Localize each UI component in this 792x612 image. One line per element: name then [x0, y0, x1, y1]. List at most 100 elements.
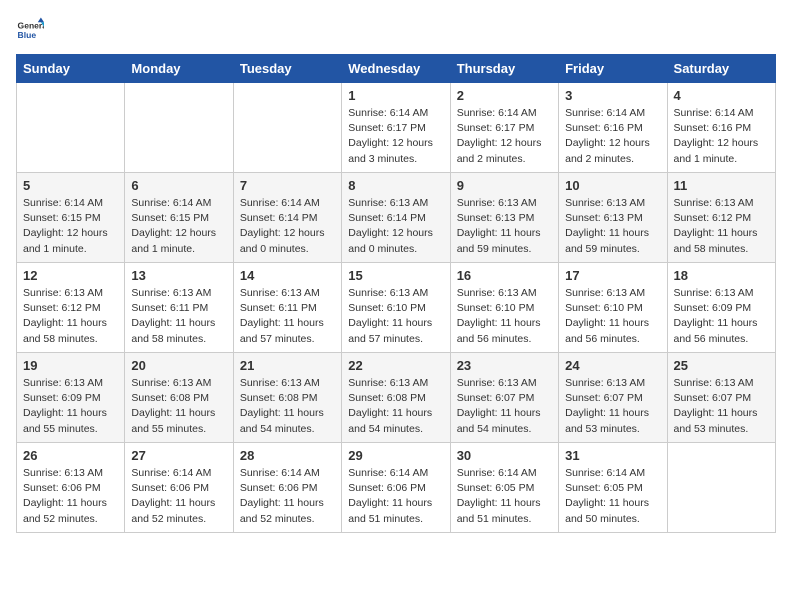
day-detail: Sunrise: 6:13 AM Sunset: 6:12 PM Dayligh… [23, 286, 118, 347]
day-number: 1 [348, 88, 443, 103]
day-detail: Sunrise: 6:14 AM Sunset: 6:06 PM Dayligh… [348, 466, 443, 527]
calendar-table: SundayMondayTuesdayWednesdayThursdayFrid… [16, 54, 776, 533]
calendar-cell: 1 Sunrise: 6:14 AM Sunset: 6:17 PM Daylig… [342, 83, 450, 173]
day-number: 9 [457, 178, 552, 193]
day-header-thursday: Thursday [450, 55, 558, 83]
calendar-cell: 25 Sunrise: 6:13 AM Sunset: 6:07 PM Dayli… [667, 353, 775, 443]
day-number: 27 [131, 448, 226, 463]
day-number: 12 [23, 268, 118, 283]
calendar-cell: 24Sunrise: 6:13 AM Sunset: 6:07 PM Dayli… [559, 353, 667, 443]
calendar-cell: 30Sunrise: 6:14 AM Sunset: 6:05 PM Dayli… [450, 443, 558, 533]
calendar-week-row: 5 Sunrise: 6:14 AM Sunset: 6:15 PM Daylig… [17, 173, 776, 263]
calendar-cell: 18 Sunrise: 6:13 AM Sunset: 6:09 PM Dayli… [667, 263, 775, 353]
day-number: 18 [674, 268, 769, 283]
calendar-cell [667, 443, 775, 533]
day-number: 17 [565, 268, 660, 283]
day-detail: Sunrise: 6:13 AM Sunset: 6:08 PM Dayligh… [131, 376, 226, 437]
day-detail: Sunrise: 6:13 AM Sunset: 6:11 PM Dayligh… [240, 286, 335, 347]
day-number: 3 [565, 88, 660, 103]
day-number: 21 [240, 358, 335, 373]
day-detail: Sunrise: 6:13 AM Sunset: 6:10 PM Dayligh… [565, 286, 660, 347]
day-number: 16 [457, 268, 552, 283]
day-number: 26 [23, 448, 118, 463]
calendar-cell: 15 Sunrise: 6:13 AM Sunset: 6:10 PM Dayli… [342, 263, 450, 353]
day-number: 19 [23, 358, 118, 373]
day-header-sunday: Sunday [17, 55, 125, 83]
calendar-week-row: 19 Sunrise: 6:13 AM Sunset: 6:09 PM Dayli… [17, 353, 776, 443]
logo-icon: General Blue [16, 16, 44, 44]
day-number: 23 [457, 358, 552, 373]
day-number: 31 [565, 448, 660, 463]
day-header-tuesday: Tuesday [233, 55, 341, 83]
day-number: 20 [131, 358, 226, 373]
day-detail: Sunrise: 6:14 AM Sunset: 6:16 PM Dayligh… [674, 106, 769, 167]
day-detail: Sunrise: 6:13 AM Sunset: 6:11 PM Dayligh… [131, 286, 226, 347]
calendar-week-row: 12 Sunrise: 6:13 AM Sunset: 6:12 PM Dayli… [17, 263, 776, 353]
day-number: 15 [348, 268, 443, 283]
day-detail: Sunrise: 6:13 AM Sunset: 6:09 PM Dayligh… [23, 376, 118, 437]
day-detail: Sunrise: 6:14 AM Sunset: 6:16 PM Dayligh… [565, 106, 660, 167]
day-number: 22 [348, 358, 443, 373]
day-detail: Sunrise: 6:14 AM Sunset: 6:15 PM Dayligh… [23, 196, 118, 257]
day-detail: Sunrise: 6:13 AM Sunset: 6:10 PM Dayligh… [348, 286, 443, 347]
calendar-cell: 2 Sunrise: 6:14 AM Sunset: 6:17 PM Daylig… [450, 83, 558, 173]
day-detail: Sunrise: 6:13 AM Sunset: 6:07 PM Dayligh… [457, 376, 552, 437]
calendar-cell: 17 Sunrise: 6:13 AM Sunset: 6:10 PM Dayli… [559, 263, 667, 353]
calendar-cell: 5 Sunrise: 6:14 AM Sunset: 6:15 PM Daylig… [17, 173, 125, 263]
day-detail: Sunrise: 6:13 AM Sunset: 6:13 PM Dayligh… [457, 196, 552, 257]
day-detail: Sunrise: 6:14 AM Sunset: 6:15 PM Dayligh… [131, 196, 226, 257]
day-header-saturday: Saturday [667, 55, 775, 83]
calendar-cell [125, 83, 233, 173]
calendar-cell: 27 Sunrise: 6:14 AM Sunset: 6:06 PM Dayli… [125, 443, 233, 533]
calendar-week-row: 26Sunrise: 6:13 AM Sunset: 6:06 PM Dayli… [17, 443, 776, 533]
day-header-wednesday: Wednesday [342, 55, 450, 83]
day-detail: Sunrise: 6:13 AM Sunset: 6:13 PM Dayligh… [565, 196, 660, 257]
calendar-cell: 23 Sunrise: 6:13 AM Sunset: 6:07 PM Dayli… [450, 353, 558, 443]
calendar-cell [233, 83, 341, 173]
calendar-cell: 20 Sunrise: 6:13 AM Sunset: 6:08 PM Dayli… [125, 353, 233, 443]
day-detail: Sunrise: 6:14 AM Sunset: 6:14 PM Dayligh… [240, 196, 335, 257]
day-detail: Sunrise: 6:13 AM Sunset: 6:12 PM Dayligh… [674, 196, 769, 257]
day-detail: Sunrise: 6:13 AM Sunset: 6:14 PM Dayligh… [348, 196, 443, 257]
calendar-cell: 13 Sunrise: 6:13 AM Sunset: 6:11 PM Dayli… [125, 263, 233, 353]
calendar-cell: 21 Sunrise: 6:13 AM Sunset: 6:08 PM Dayli… [233, 353, 341, 443]
calendar-cell: 9 Sunrise: 6:13 AM Sunset: 6:13 PM Daylig… [450, 173, 558, 263]
day-number: 6 [131, 178, 226, 193]
day-number: 10 [565, 178, 660, 193]
header: General Blue [16, 16, 776, 44]
calendar-cell: 6 Sunrise: 6:14 AM Sunset: 6:15 PM Daylig… [125, 173, 233, 263]
day-number: 2 [457, 88, 552, 103]
calendar-cell: 12 Sunrise: 6:13 AM Sunset: 6:12 PM Dayli… [17, 263, 125, 353]
calendar-cell: 22Sunrise: 6:13 AM Sunset: 6:08 PM Dayli… [342, 353, 450, 443]
day-detail: Sunrise: 6:14 AM Sunset: 6:17 PM Dayligh… [457, 106, 552, 167]
day-number: 29 [348, 448, 443, 463]
calendar-cell: 8 Sunrise: 6:13 AM Sunset: 6:14 PM Daylig… [342, 173, 450, 263]
day-number: 11 [674, 178, 769, 193]
day-number: 14 [240, 268, 335, 283]
day-header-friday: Friday [559, 55, 667, 83]
day-number: 24 [565, 358, 660, 373]
day-detail: Sunrise: 6:13 AM Sunset: 6:09 PM Dayligh… [674, 286, 769, 347]
day-detail: Sunrise: 6:14 AM Sunset: 6:06 PM Dayligh… [131, 466, 226, 527]
day-number: 30 [457, 448, 552, 463]
calendar-cell: 19 Sunrise: 6:13 AM Sunset: 6:09 PM Dayli… [17, 353, 125, 443]
calendar-cell: 16Sunrise: 6:13 AM Sunset: 6:10 PM Dayli… [450, 263, 558, 353]
day-detail: Sunrise: 6:13 AM Sunset: 6:07 PM Dayligh… [674, 376, 769, 437]
calendar-week-row: 1 Sunrise: 6:14 AM Sunset: 6:17 PM Daylig… [17, 83, 776, 173]
day-number: 8 [348, 178, 443, 193]
day-number: 25 [674, 358, 769, 373]
logo: General Blue [16, 16, 44, 44]
calendar-cell: 4Sunrise: 6:14 AM Sunset: 6:16 PM Daylig… [667, 83, 775, 173]
day-detail: Sunrise: 6:14 AM Sunset: 6:06 PM Dayligh… [240, 466, 335, 527]
day-detail: Sunrise: 6:14 AM Sunset: 6:17 PM Dayligh… [348, 106, 443, 167]
days-header-row: SundayMondayTuesdayWednesdayThursdayFrid… [17, 55, 776, 83]
calendar-cell: 3 Sunrise: 6:14 AM Sunset: 6:16 PM Daylig… [559, 83, 667, 173]
day-detail: Sunrise: 6:13 AM Sunset: 6:08 PM Dayligh… [240, 376, 335, 437]
day-number: 13 [131, 268, 226, 283]
day-detail: Sunrise: 6:14 AM Sunset: 6:05 PM Dayligh… [565, 466, 660, 527]
calendar-cell: 11 Sunrise: 6:13 AM Sunset: 6:12 PM Dayli… [667, 173, 775, 263]
day-number: 5 [23, 178, 118, 193]
day-number: 28 [240, 448, 335, 463]
calendar-cell: 14 Sunrise: 6:13 AM Sunset: 6:11 PM Dayli… [233, 263, 341, 353]
calendar-cell: 28 Sunrise: 6:14 AM Sunset: 6:06 PM Dayli… [233, 443, 341, 533]
